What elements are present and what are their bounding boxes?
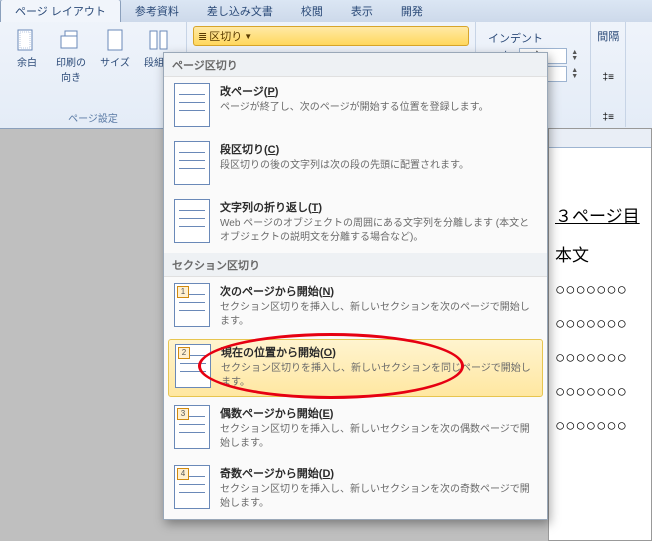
doc-line-3: ○○○○○○○ <box>555 280 645 300</box>
tab-mailings[interactable]: 差し込み文書 <box>193 0 287 22</box>
menu-item-t[interactable]: 文字列の折り返し(T) Web ページのオブジェクトの周囲にある文字列を分離します… <box>164 193 547 253</box>
group-page-setup: 余白 印刷の 向き サイズ 段組み ページ設定 <box>0 22 187 127</box>
document-area: ３ページ目 本文 ○○○○○○○ ○○○○○○○ ○○○○○○○ ○○○○○○○… <box>548 128 652 541</box>
page-break-icon <box>174 141 210 185</box>
ribbon-tabs: ページ レイアウト 参考資料 差し込み文書 校閲 表示 開発 <box>0 0 652 22</box>
doc-line-2: 本文 <box>555 241 645 266</box>
menu-item-desc: セクション区切りを挿入し、新しいセクションを次のページで開始します。 <box>220 301 537 329</box>
menu-item-title: 現在の位置から開始(O) <box>221 344 536 360</box>
menu-section-section-breaks: セクション区切り <box>164 253 547 277</box>
menu-item-d[interactable]: 4 奇数ページから開始(D) セクション区切りを挿入し、新しいセクションを次の奇数ペ… <box>164 459 547 519</box>
breaks-icon: ≣ <box>198 30 207 43</box>
tab-developer[interactable]: 開発 <box>387 0 437 22</box>
doc-line-4: ○○○○○○○ <box>555 314 645 334</box>
menu-item-desc: セクション区切りを挿入し、新しいセクションを同じページで開始します。 <box>221 362 536 390</box>
spacing-after-icon: ‡≡ <box>603 112 614 123</box>
tab-view[interactable]: 表示 <box>337 0 387 22</box>
document-page[interactable]: ３ページ目 本文 ○○○○○○○ ○○○○○○○ ○○○○○○○ ○○○○○○○… <box>549 148 651 456</box>
group-spacing: 間隔 ‡≡ ‡≡ <box>591 22 626 127</box>
menu-item-e[interactable]: 3 偶数ページから開始(E) セクション区切りを挿入し、新しいセクションを次の偶数ペ… <box>164 399 547 459</box>
menu-item-o[interactable]: 2 現在の位置から開始(O) セクション区切りを挿入し、新しいセクションを同じページ… <box>168 339 543 397</box>
menu-item-title: 改ページ(P) <box>220 83 537 99</box>
spacing-label: 間隔 <box>597 28 619 44</box>
spinner[interactable]: ▲▼ <box>571 50 578 62</box>
spinner[interactable]: ▲▼ <box>571 68 578 80</box>
menu-item-desc: セクション区切りを挿入し、新しいセクションを次の偶数ページで開始します。 <box>220 423 537 451</box>
menu-item-desc: ページが終了し、次のページが開始する位置を登録します。 <box>220 101 537 115</box>
doc-line-1: ３ページ目 <box>555 202 645 227</box>
page-break-icon: 4 <box>174 465 210 509</box>
page-break-icon: 2 <box>175 344 211 388</box>
page-break-icon <box>174 199 210 243</box>
columns-icon <box>145 28 173 52</box>
doc-line-5: ○○○○○○○ <box>555 348 645 368</box>
group-label-page-setup: ページ設定 <box>68 110 118 125</box>
spacing-before-icon: ‡≡ <box>603 72 614 83</box>
doc-line-7: ○○○○○○○ <box>555 416 645 436</box>
orientation-icon <box>57 28 85 52</box>
menu-item-desc: 段区切りの後の文字列は次の段の先頭に配置されます。 <box>220 159 537 173</box>
menu-item-c[interactable]: 段区切り(C) 段区切りの後の文字列は次の段の先頭に配置されます。 <box>164 135 547 193</box>
size-icon <box>101 28 129 52</box>
menu-item-title: 次のページから開始(N) <box>220 283 537 299</box>
menu-item-desc: Web ページのオブジェクトの周囲にある文字列を分離します (本文とオブジェクト… <box>220 217 537 245</box>
breaks-dropdown[interactable]: ≣ 区切り ▼ <box>193 26 469 46</box>
orientation-button[interactable]: 印刷の 向き <box>50 26 92 86</box>
ruler[interactable] <box>549 129 651 148</box>
page-break-icon: 3 <box>174 405 210 449</box>
menu-item-title: 奇数ページから開始(D) <box>220 465 537 481</box>
menu-item-desc: セクション区切りを挿入し、新しいセクションを次の奇数ページで開始します。 <box>220 483 537 511</box>
margins-button[interactable]: 余白 <box>6 26 48 86</box>
tab-references[interactable]: 参考資料 <box>121 0 193 22</box>
breaks-menu: ページ区切り 改ページ(P) ページが終了し、次のページが開始する位置を登録します… <box>163 52 548 520</box>
size-button[interactable]: サイズ <box>94 26 136 86</box>
margins-icon <box>13 28 41 52</box>
indent-title: インデント <box>488 30 578 46</box>
menu-item-p[interactable]: 改ページ(P) ページが終了し、次のページが開始する位置を登録します。 <box>164 77 547 135</box>
page-break-icon: 1 <box>174 283 210 327</box>
tab-review[interactable]: 校閲 <box>287 0 337 22</box>
menu-item-title: 偶数ページから開始(E) <box>220 405 537 421</box>
tab-page-layout[interactable]: ページ レイアウト <box>0 0 121 22</box>
menu-item-n[interactable]: 1 次のページから開始(N) セクション区切りを挿入し、新しいセクションを次のページ… <box>164 277 547 337</box>
chevron-down-icon: ▼ <box>244 32 252 41</box>
page-break-icon <box>174 83 210 127</box>
doc-line-6: ○○○○○○○ <box>555 382 645 402</box>
menu-item-title: 段区切り(C) <box>220 141 537 157</box>
menu-item-title: 文字列の折り返し(T) <box>220 199 537 215</box>
menu-section-page-breaks: ページ区切り <box>164 53 547 77</box>
